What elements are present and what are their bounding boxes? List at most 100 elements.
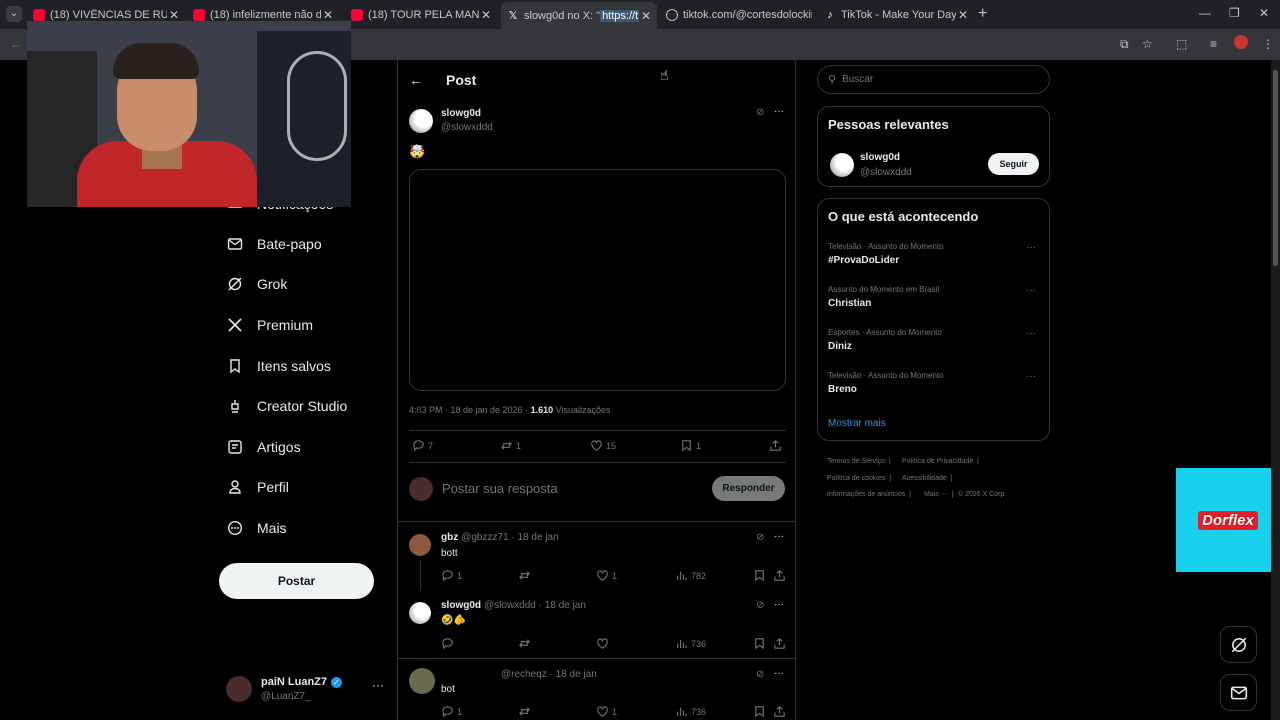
trend-name[interactable]: Christian [828, 298, 871, 309]
media-icon[interactable]: ≡ [1210, 37, 1217, 51]
views-stat[interactable]: 736 [675, 705, 706, 718]
follow-button[interactable]: Seguir [988, 153, 1039, 175]
grok-icon[interactable]: ⊘ [756, 600, 764, 611]
avatar[interactable] [409, 668, 435, 694]
search-input[interactable]: ⚲ Buscar [817, 65, 1050, 94]
trend-more-icon[interactable]: ··· [1026, 328, 1036, 339]
nav-item-articles[interactable]: Artigos [227, 435, 301, 459]
reply-more-icon[interactable]: ··· [774, 531, 784, 542]
share-action[interactable] [769, 439, 785, 452]
post-media[interactable] [409, 169, 786, 391]
share-action[interactable] [773, 637, 789, 650]
author-name[interactable]: slowg0d [441, 108, 481, 119]
minimize-icon[interactable]: — [1199, 6, 1211, 20]
page-scrollbar[interactable] [1271, 60, 1280, 720]
reply-action[interactable]: 1 [441, 705, 462, 718]
reply-input[interactable]: Postar sua resposta [442, 481, 558, 496]
nav-item-bookmarks[interactable]: Itens salvos [227, 354, 331, 378]
window-close-icon[interactable]: ✕ [1259, 6, 1269, 20]
grok-icon[interactable]: ⊘ [756, 669, 764, 680]
footer-privacy-link[interactable]: Política de Privacidade | [902, 458, 979, 465]
close-tab-icon[interactable]: ✕ [479, 8, 493, 22]
back-arrow-icon[interactable]: ← [409, 72, 423, 88]
browser-menu-icon[interactable]: ⋮ [1262, 37, 1274, 51]
restore-icon[interactable]: ❐ [1229, 6, 1240, 20]
trend-name[interactable]: Breno [828, 384, 857, 395]
avatar[interactable] [409, 602, 431, 624]
trend-name[interactable]: #ProvaDoLider [828, 255, 899, 266]
share-action[interactable] [773, 705, 789, 718]
nav-item-more[interactable]: Mais [227, 516, 287, 540]
share-action[interactable] [773, 569, 789, 582]
bookmark-action[interactable] [753, 705, 769, 718]
grok-floating-button[interactable] [1220, 626, 1257, 663]
views-stat[interactable]: 782 [675, 569, 706, 582]
post-button[interactable]: Postar [219, 563, 374, 599]
more-circle-icon [227, 520, 243, 536]
author-avatar[interactable] [409, 109, 433, 133]
bookmark-action[interactable] [753, 637, 769, 650]
repost-action[interactable] [518, 705, 534, 718]
views-stat[interactable]: 736 [675, 637, 706, 650]
reply-action[interactable] [441, 637, 457, 650]
browser-tab-active[interactable]: 𝕏 slowg0d no X: "https://t.co/ ✕ [501, 2, 657, 29]
relevant-name[interactable]: slowg0d [860, 152, 900, 163]
profile-avatar[interactable] [1234, 35, 1248, 49]
browser-tab-5[interactable]: tiktok.com/@cortesdolocking1 [660, 4, 812, 25]
close-tab-icon[interactable]: ✕ [956, 8, 970, 22]
reply-more-icon[interactable]: ··· [774, 599, 784, 610]
scrollbar-thumb[interactable] [1273, 70, 1278, 266]
nav-item-grok[interactable]: Grok [227, 272, 287, 296]
ad-banner[interactable]: Dorflex [1176, 468, 1280, 572]
relevant-handle[interactable]: @slowxddd [860, 167, 912, 178]
extensions-icon[interactable]: ⬚ [1176, 37, 1187, 51]
like-action[interactable]: 1 [596, 705, 617, 718]
messages-floating-button[interactable] [1220, 674, 1257, 711]
browser-back-icon[interactable]: ← [10, 37, 22, 51]
browser-tab-3[interactable]: (18) TOUR PELA MANSÃO DE F ✕ [345, 4, 497, 25]
avatar[interactable] [409, 534, 431, 556]
tab-search-button[interactable]: ⌄ [6, 6, 22, 22]
repost-action[interactable] [518, 637, 534, 650]
trend-more-icon[interactable]: ··· [1026, 242, 1036, 253]
show-more-link[interactable]: Mostrar mais [828, 418, 886, 429]
trend-context: Assunto do Momento em Brasil [828, 285, 940, 294]
nav-item-chat[interactable]: Bate-papo [227, 232, 322, 256]
reply-more-icon[interactable]: ··· [774, 668, 784, 679]
nav-item-creator-studio[interactable]: Creator Studio [227, 394, 347, 418]
trend-more-icon[interactable]: ··· [1026, 371, 1036, 382]
account-more-icon[interactable]: ··· [372, 678, 384, 692]
post-more-icon[interactable]: ··· [774, 106, 784, 117]
nav-item-premium[interactable]: Premium [227, 313, 313, 337]
like-action[interactable]: 1 [596, 569, 617, 582]
like-action[interactable]: 15 [590, 439, 616, 452]
footer-ads-link[interactable]: Informações de anúncios | [827, 491, 911, 498]
browser-tab-6[interactable]: ♪ TikTok - Make Your Day ✕ [818, 4, 974, 25]
like-action[interactable] [596, 637, 612, 650]
bookmark-action[interactable] [753, 569, 769, 582]
footer-cookies-link[interactable]: Política de cookies | [827, 475, 891, 482]
footer-terms-link[interactable]: Termos de Serviço | [827, 458, 891, 465]
reply-button[interactable]: Responder [712, 476, 785, 501]
bookmark-action[interactable]: 1 [680, 439, 701, 452]
close-tab-icon[interactable]: ✕ [321, 8, 335, 22]
trend-more-icon[interactable]: ··· [1026, 285, 1036, 296]
reply-action[interactable]: 7 [412, 439, 433, 452]
footer-more-link[interactable]: Mais ··· | [924, 491, 953, 498]
close-tab-icon[interactable]: ✕ [639, 9, 653, 23]
account-switcher[interactable]: paiN LuanZ7 ✓ @LuanZ7_ ··· [226, 674, 386, 706]
grok-icon[interactable]: ⊘ [756, 532, 764, 543]
footer-accessibility-link[interactable]: Acessibilidade | [902, 475, 952, 482]
repost-action[interactable]: 1 [500, 439, 521, 452]
new-tab-button[interactable]: + [978, 5, 987, 23]
nav-item-profile[interactable]: Perfil [227, 475, 289, 499]
author-handle[interactable]: @slowxddd [441, 122, 493, 133]
avatar[interactable] [830, 153, 854, 177]
close-tab-icon[interactable]: ✕ [167, 8, 181, 22]
grok-icon[interactable]: ⊘ [756, 107, 764, 118]
trend-name[interactable]: Diniz [828, 341, 852, 352]
repost-action[interactable] [518, 569, 534, 582]
reply-action[interactable]: 1 [441, 569, 462, 582]
install-app-icon[interactable]: ⧉ [1120, 37, 1129, 52]
bookmark-star-icon[interactable]: ☆ [1142, 37, 1153, 51]
